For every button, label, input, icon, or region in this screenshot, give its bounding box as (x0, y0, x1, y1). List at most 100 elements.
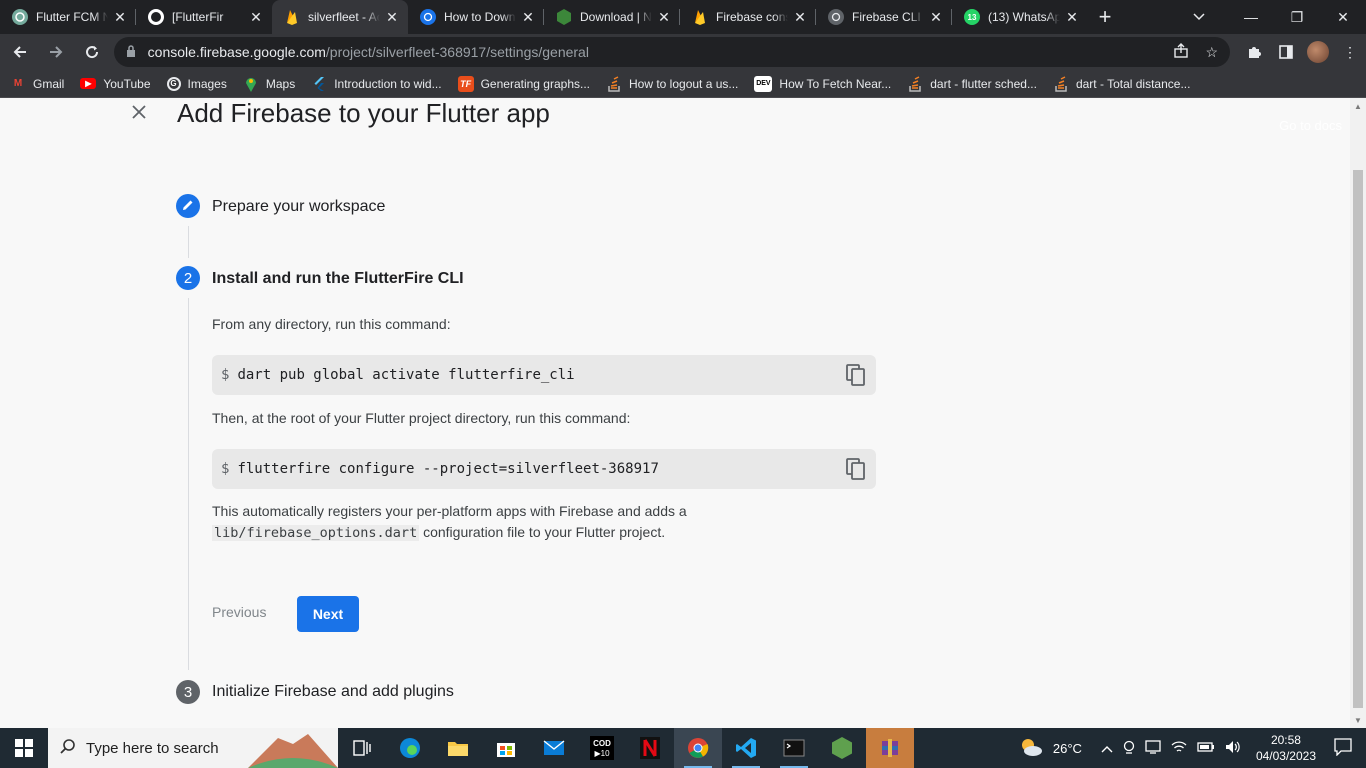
tab-firebase-console[interactable]: Firebase cons ✕ (680, 0, 816, 34)
go-to-docs-link[interactable]: Go to docs (1279, 118, 1342, 133)
extensions-icon[interactable] (1238, 36, 1270, 68)
profile-avatar[interactable] (1307, 41, 1329, 63)
bookmark-fetch-nearby[interactable]: DEV How To Fetch Near... (754, 75, 891, 92)
tab-whatsapp[interactable]: 13 (13) WhatsAp ✕ (952, 0, 1088, 34)
netflix-icon[interactable] (626, 728, 674, 768)
nodejs-icon[interactable] (818, 728, 866, 768)
close-tab-icon[interactable]: ✕ (384, 9, 400, 26)
restore-icon[interactable]: ❐ (1274, 0, 1320, 34)
bookmark-logout-user[interactable]: How to logout a us... (606, 75, 738, 92)
tab-title: How to Down (444, 10, 516, 24)
notifications-icon[interactable] (1334, 737, 1352, 759)
microsoft-store-icon[interactable] (482, 728, 530, 768)
close-window-icon[interactable]: ✕ (1320, 0, 1366, 34)
taskbar-search-box[interactable]: Type here to search (48, 728, 338, 768)
weather-temperature[interactable]: 26°C (1053, 741, 1082, 756)
chevron-up-icon[interactable] (1101, 741, 1113, 756)
bookmark-label: Generating graphs... (480, 76, 590, 91)
clock-date: 04/03/2023 (1255, 749, 1316, 763)
battery-icon[interactable] (1197, 741, 1215, 756)
chrome-icon[interactable] (674, 728, 722, 768)
file-explorer-icon[interactable] (434, 728, 482, 768)
reload-icon[interactable] (76, 36, 108, 68)
search-highlight-image (248, 734, 338, 768)
forward-icon[interactable] (40, 36, 72, 68)
bookmark-gmail[interactable]: M Gmail (10, 76, 65, 92)
config-file-path: lib/firebase_options.dart (212, 525, 420, 541)
task-view-icon[interactable] (338, 728, 386, 768)
terminal-icon[interactable] (770, 728, 818, 768)
share-icon[interactable] (1173, 42, 1189, 62)
new-tab-button[interactable]: + (1088, 0, 1122, 34)
firebase-icon (284, 9, 300, 25)
github-icon (148, 9, 164, 25)
bookmark-star-icon[interactable]: ☆ (1205, 44, 1218, 61)
step-2-label: Install and run the FlutterFire CLI (212, 270, 464, 287)
bookmark-youtube[interactable]: ▶ YouTube (80, 77, 151, 91)
minimize-icon[interactable]: — (1228, 0, 1274, 34)
step-3-label[interactable]: Initialize Firebase and add plugins (212, 683, 454, 701)
lock-icon[interactable] (126, 44, 136, 60)
tab-flutterfire-github[interactable]: [FlutterFir ✕ (136, 0, 272, 34)
step-3-indicator: 3 (176, 680, 200, 704)
prompt-symbol: $ (221, 367, 230, 383)
close-tab-icon[interactable]: ✕ (112, 9, 128, 26)
mail-icon[interactable] (530, 728, 578, 768)
volume-icon[interactable] (1225, 740, 1241, 757)
bookmark-images[interactable]: G Images (166, 76, 227, 91)
taskbar-clock[interactable]: 20:58 04/03/2023 (1256, 732, 1316, 764)
maps-icon (243, 76, 259, 92)
tab-search-icon[interactable] (1182, 0, 1216, 34)
command-2-text: flutterfire configure --project=silverfl… (237, 461, 659, 477)
tf-icon: TF (457, 75, 474, 92)
scroll-up-icon[interactable]: ▲ (1350, 98, 1366, 114)
previous-button[interactable]: Previous (212, 604, 266, 620)
wifi-icon[interactable] (1171, 740, 1187, 757)
menu-kebab-icon[interactable]: ⋮ (1334, 36, 1366, 68)
close-tab-icon[interactable]: ✕ (248, 9, 264, 26)
bookmark-introduction-widgets[interactable]: Introduction to wid... (311, 76, 442, 92)
scroll-down-icon[interactable]: ▼ (1350, 712, 1366, 728)
next-button[interactable]: Next (297, 596, 359, 632)
close-tab-icon[interactable]: ✕ (1064, 9, 1080, 26)
scrollbar-thumb[interactable] (1353, 170, 1363, 708)
close-icon[interactable] (130, 100, 148, 128)
stackoverflow-icon (907, 75, 923, 92)
edge-icon[interactable] (386, 728, 434, 768)
tab-firebase-cli[interactable]: Firebase CLI ✕ (816, 0, 952, 34)
tab-how-to-download[interactable]: How to Down ✕ (408, 0, 544, 34)
back-icon[interactable] (4, 36, 36, 68)
close-tab-icon[interactable]: ✕ (928, 9, 944, 26)
close-tab-icon[interactable]: ✕ (520, 9, 536, 26)
address-bar[interactable]: console.firebase.google.com/project/silv… (113, 37, 1230, 67)
close-tab-icon[interactable]: ✕ (656, 9, 672, 26)
step-1-label[interactable]: Prepare your workspace (212, 198, 385, 216)
tab-title: silverfleet - Ac (308, 10, 380, 24)
close-tab-icon[interactable]: ✕ (792, 9, 808, 26)
cod-game-icon[interactable]: COD ▶10 (578, 728, 626, 768)
winrar-icon[interactable] (866, 728, 914, 768)
tab-silverfleet[interactable]: silverfleet - Ac ✕ (272, 0, 408, 34)
browser-toolbar: console.firebase.google.com/project/silv… (0, 34, 1366, 70)
bookmark-total-distance[interactable]: dart - Total distance... (1053, 75, 1190, 92)
bookmark-maps[interactable]: Maps (243, 76, 295, 92)
copy-icon[interactable] (846, 364, 866, 386)
page-scrollbar[interactable]: ▲ ▼ (1350, 98, 1366, 728)
bookmark-label: dart - flutter sched... (930, 76, 1037, 91)
tab-download-node[interactable]: Download | N ✕ (544, 0, 680, 34)
bookmark-label: Images (187, 76, 227, 91)
globe-blue-icon (420, 9, 436, 25)
copy-icon[interactable] (846, 458, 866, 480)
webcam-icon[interactable] (1123, 740, 1135, 757)
weather-icon[interactable] (1019, 737, 1043, 760)
bookmark-generating-graphs[interactable]: TF Generating graphs... (457, 75, 590, 92)
side-panel-icon[interactable] (1270, 36, 1302, 68)
vscode-icon[interactable] (722, 728, 770, 768)
bookmark-label: Gmail (33, 76, 65, 91)
windows-start-icon[interactable] (0, 728, 48, 768)
bookmark-flutter-scheduler[interactable]: dart - flutter sched... (907, 75, 1037, 92)
tab-title: Firebase cons (716, 10, 788, 24)
tab-flutter-fcm[interactable]: Flutter FCM N ✕ (0, 0, 136, 34)
prompt-symbol: $ (221, 461, 230, 477)
display-icon[interactable] (1145, 739, 1161, 757)
